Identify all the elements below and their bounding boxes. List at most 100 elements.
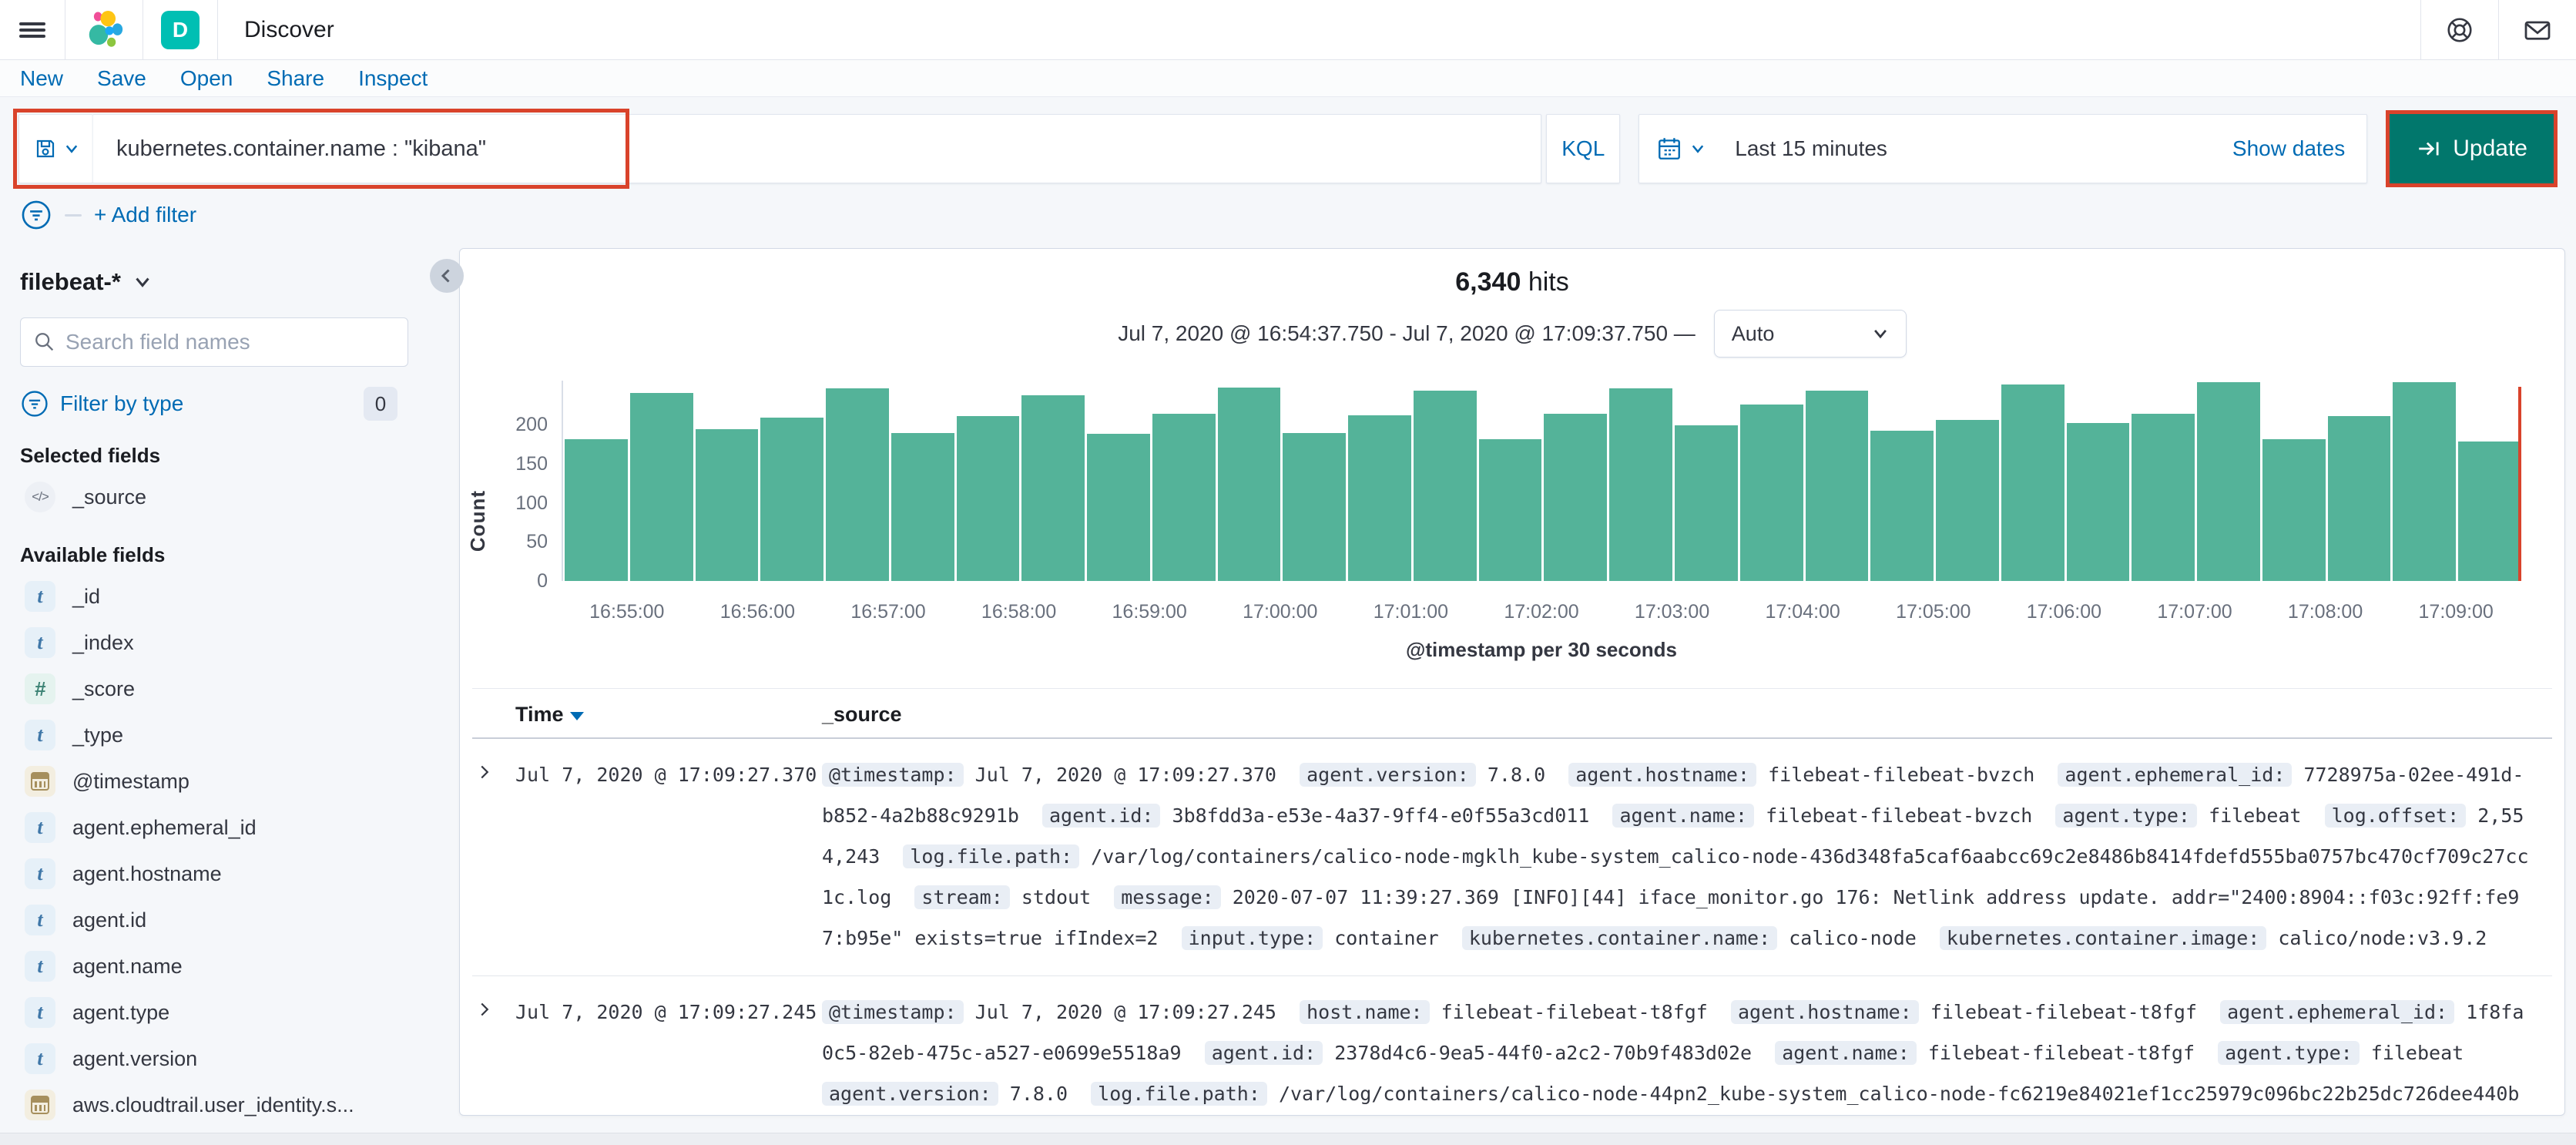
- field-search-input[interactable]: [65, 330, 395, 354]
- source-field-value: calico/node:v3.9.2: [2278, 927, 2487, 949]
- source-field-name: @timestamp:: [822, 763, 964, 787]
- expand-document-icon[interactable]: [472, 992, 515, 1115]
- sidebar-field-agent.version[interactable]: t agent.version: [20, 1036, 408, 1082]
- histogram-bar[interactable]: [2132, 414, 2195, 581]
- selected-fields-heading: Selected fields: [20, 444, 161, 467]
- histogram-bar[interactable]: [826, 388, 889, 581]
- sidebar-field-@timestamp[interactable]: @timestamp: [20, 758, 408, 804]
- date-picker[interactable]: Last 15 minutes Show dates: [1639, 114, 2368, 183]
- source-field-value: filebeat-filebeat-bvzch: [1768, 764, 2035, 786]
- histogram-bar[interactable]: [1936, 420, 1999, 581]
- available-fields-heading: Available fields: [20, 543, 166, 566]
- saved-query-menu-button[interactable]: [18, 114, 92, 183]
- source-field-name: agent.id:: [1204, 1041, 1323, 1065]
- sidebar-field-agent.id[interactable]: t agent.id: [20, 897, 408, 943]
- field-type-string-icon: t: [25, 858, 55, 889]
- inspect-button[interactable]: Inspect: [358, 66, 428, 91]
- index-pattern-selector[interactable]: filebeat-*: [20, 268, 408, 296]
- newsfeed-button[interactable]: [2499, 15, 2576, 45]
- selected-fields-list: </> _source: [20, 474, 408, 520]
- histogram-plot[interactable]: [562, 381, 2521, 581]
- histogram-bar[interactable]: [1870, 431, 1934, 581]
- histogram-bar[interactable]: [760, 418, 824, 581]
- x-axis-tick: 16:59:00: [1112, 601, 1187, 623]
- histogram-bar[interactable]: [1544, 414, 1608, 581]
- open-button[interactable]: Open: [180, 66, 233, 91]
- sidebar-field-_source[interactable]: </> _source: [20, 474, 408, 520]
- histogram-bar[interactable]: [2066, 423, 2130, 581]
- histogram-bar[interactable]: [2197, 382, 2260, 581]
- sidebar-field-_score[interactable]: # _score: [20, 666, 408, 712]
- histogram-bar[interactable]: [956, 416, 1020, 581]
- histogram-bar[interactable]: [1348, 415, 1411, 581]
- help-button[interactable]: [2421, 15, 2498, 45]
- update-button[interactable]: Update: [2390, 114, 2554, 183]
- filter-icon[interactable]: [20, 199, 52, 231]
- filter-count-badge: 0: [364, 387, 397, 421]
- chevron-down-icon: [65, 145, 77, 153]
- source-field-value: filebeat-filebeat-bvzch: [1766, 804, 2033, 827]
- histogram-bar[interactable]: [1152, 414, 1216, 581]
- field-type-string-icon: t: [25, 627, 55, 658]
- histogram-bar[interactable]: [1087, 434, 1150, 581]
- add-filter-button[interactable]: + Add filter: [94, 203, 196, 227]
- sidebar-field-_type[interactable]: t _type: [20, 712, 408, 758]
- sidebar-field-agent.hostname[interactable]: t agent.hostname: [20, 851, 408, 897]
- new-button[interactable]: New: [20, 66, 63, 91]
- histogram-bar[interactable]: [891, 433, 954, 581]
- source-field-name: agent.version:: [1300, 763, 1476, 787]
- date-picker-calendar-button[interactable]: [1639, 115, 1722, 183]
- histogram-bar[interactable]: [565, 439, 628, 581]
- sidebar-field-agent.name[interactable]: t agent.name: [20, 943, 408, 989]
- y-axis-tick: 50: [526, 531, 548, 553]
- query-input[interactable]: [93, 136, 1541, 162]
- expand-document-icon[interactable]: [472, 754, 515, 959]
- hits-counter: 6,340 hits: [460, 267, 2564, 297]
- source-field-name: agent.ephemeral_id:: [2058, 763, 2293, 787]
- source-field-value: filebeat-filebeat-t8fgf: [1930, 1001, 2197, 1023]
- source-field-name: agent.hostname:: [1730, 1000, 1919, 1024]
- histogram-bar[interactable]: [1609, 388, 1673, 581]
- histogram-bar[interactable]: [2262, 439, 2326, 581]
- histogram-bar[interactable]: [1805, 391, 1869, 581]
- time-range-value[interactable]: Last 15 minutes: [1735, 136, 1887, 161]
- histogram-bar[interactable]: [2001, 384, 2064, 581]
- sidebar-field-agent.ephemeral_id[interactable]: t agent.ephemeral_id: [20, 804, 408, 851]
- histogram-bar[interactable]: [1021, 395, 1085, 581]
- time-column-header[interactable]: Time: [515, 703, 822, 727]
- query-language-button[interactable]: KQL: [1546, 114, 1621, 183]
- source-field-value: container: [1334, 927, 1439, 949]
- sidebar-field-aws.cloudtrail.user_identity.s...[interactable]: aws.cloudtrail.user_identity.s...: [20, 1082, 408, 1128]
- filter-by-type-label: Filter by type: [60, 391, 184, 415]
- collapse-sidebar-button[interactable]: [430, 259, 464, 293]
- histogram-bar[interactable]: [2327, 416, 2391, 581]
- sidebar-field-_index[interactable]: t _index: [20, 620, 408, 666]
- histogram-bar[interactable]: [1217, 388, 1281, 581]
- histogram-bar[interactable]: [695, 429, 759, 581]
- source-field-value: Jul 7, 2020 @ 17:09:27.370: [974, 764, 1276, 786]
- histogram-bar[interactable]: [2393, 382, 2457, 581]
- horizontal-scrollbar[interactable]: [0, 1133, 2576, 1145]
- histogram-bar[interactable]: [1478, 439, 1542, 581]
- share-button[interactable]: Share: [267, 66, 324, 91]
- histogram-bar[interactable]: [1283, 433, 1347, 581]
- query-input-wrapper: [92, 114, 1542, 183]
- save-button[interactable]: Save: [97, 66, 146, 91]
- show-dates-button[interactable]: Show dates: [2232, 136, 2366, 161]
- histogram-bar[interactable]: [1739, 405, 1803, 581]
- field-name: agent.type: [72, 1000, 170, 1024]
- histogram-bar[interactable]: [629, 393, 693, 581]
- sidebar-field-agent.type[interactable]: t agent.type: [20, 989, 408, 1036]
- sidebar-field-_id[interactable]: t _id: [20, 573, 408, 620]
- source-field-name: log.file.path:: [1091, 1082, 1267, 1106]
- interval-select[interactable]: Auto: [1713, 310, 1907, 358]
- documents-table-header: Time _source: [472, 688, 2552, 739]
- histogram-bar[interactable]: [1675, 425, 1738, 581]
- filter-by-type-button[interactable]: Filter by type 0: [20, 387, 408, 421]
- histogram-bar[interactable]: [1413, 391, 1477, 581]
- field-type-string-icon: t: [25, 720, 55, 750]
- documents-table-body: Jul 7, 2020 @ 17:09:27.370 @timestamp: Ju…: [472, 739, 2552, 1115]
- menu-hamburger-icon[interactable]: [0, 19, 65, 41]
- elastic-logo[interactable]: [65, 8, 143, 52]
- histogram-bar[interactable]: [2458, 442, 2521, 581]
